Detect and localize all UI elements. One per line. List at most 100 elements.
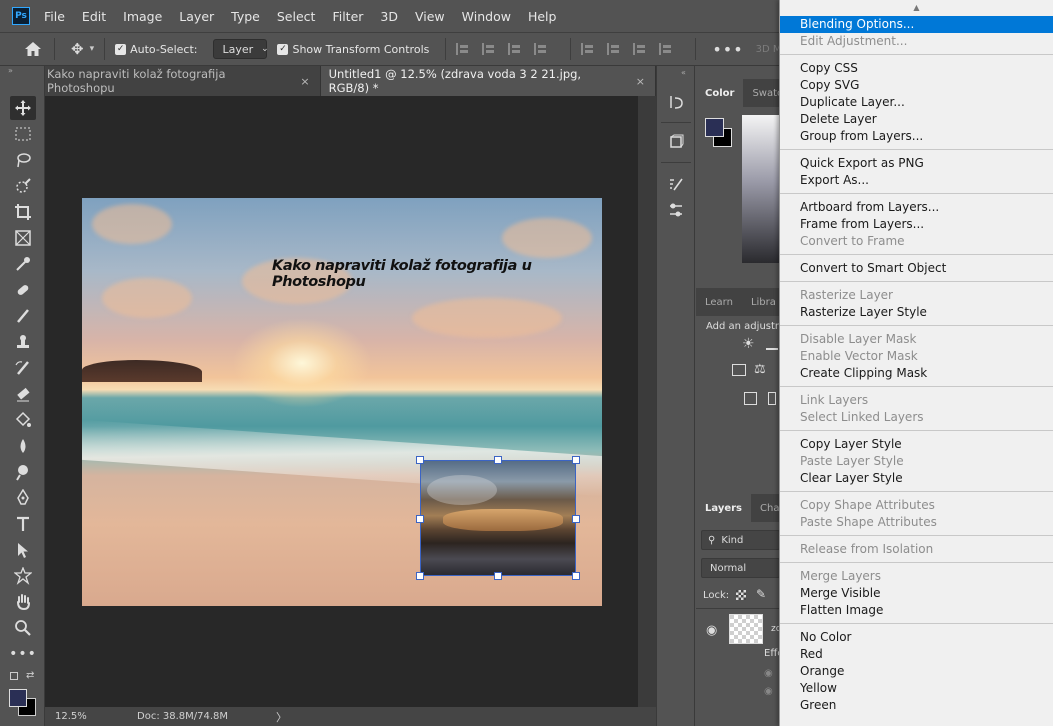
menu-item-convert-to-smart-object[interactable]: Convert to Smart Object	[780, 260, 1053, 277]
zoom-icon[interactable]	[10, 616, 36, 640]
collapse-icon[interactable]: »	[0, 66, 44, 80]
transform-handle[interactable]	[572, 515, 580, 523]
effect-visibility-icon[interactable]: ◉	[764, 686, 773, 697]
swap-colors-icon[interactable]: ⇄	[26, 670, 34, 681]
hand-icon[interactable]	[10, 590, 36, 614]
tab-color[interactable]: Color	[696, 79, 744, 107]
brush-icon[interactable]	[10, 304, 36, 328]
invert-icon[interactable]	[744, 392, 757, 405]
align-bottom-icon[interactable]	[633, 43, 647, 55]
tab-document-1[interactable]: Kako napraviti kolaž fotografija Photosh…	[45, 66, 321, 96]
menu-file[interactable]: File	[44, 9, 65, 24]
collapse-icon[interactable]: «	[681, 68, 686, 77]
transform-handle[interactable]	[416, 572, 424, 580]
type-icon[interactable]	[10, 512, 36, 536]
lasso-icon[interactable]	[10, 148, 36, 172]
menu-window[interactable]: Window	[462, 9, 511, 24]
eraser-icon[interactable]	[10, 382, 36, 406]
distribute-vertical-icon[interactable]	[659, 43, 673, 55]
align-middle-icon[interactable]	[607, 43, 621, 55]
foreground-color-swatch[interactable]	[9, 689, 27, 707]
menu-item-duplicate-layer[interactable]: Duplicate Layer...	[780, 94, 1053, 111]
transform-handle[interactable]	[416, 456, 424, 464]
align-right-icon[interactable]	[508, 43, 522, 55]
tool-presets-icon[interactable]	[666, 200, 686, 220]
auto-select-dropdown[interactable]: Layer ⌄	[213, 39, 269, 59]
channel-mixer-icon[interactable]	[732, 364, 746, 376]
transform-handle[interactable]	[416, 515, 424, 523]
auto-select-checkbox[interactable]: ✓	[115, 43, 127, 55]
menu-item-blending-options[interactable]: Blending Options...	[780, 16, 1053, 33]
menu-item-copy-layer-style[interactable]: Copy Layer Style	[780, 436, 1053, 453]
shape-icon[interactable]	[10, 564, 36, 588]
menu-item-export-as[interactable]: Export As...	[780, 172, 1053, 189]
crop-icon[interactable]	[10, 200, 36, 224]
document-title-text[interactable]: Kako napraviti kolaž fotografija u Photo…	[272, 258, 592, 290]
foreground-color-swatch[interactable]	[705, 118, 724, 137]
align-left-icon[interactable]	[456, 43, 470, 55]
distribute-icon[interactable]	[534, 43, 548, 55]
align-center-icon[interactable]	[482, 43, 496, 55]
pen-icon[interactable]	[10, 486, 36, 510]
vertical-scrollbar[interactable]	[638, 96, 656, 707]
blend-mode-select[interactable]: Normal	[701, 558, 780, 578]
marquee-icon[interactable]	[10, 122, 36, 146]
move-tool-icon[interactable]: ✥	[71, 40, 84, 58]
menu-item-copy-svg[interactable]: Copy SVG	[780, 77, 1053, 94]
home-icon[interactable]	[22, 38, 44, 60]
tab-learn[interactable]: Learn	[696, 288, 742, 316]
close-icon[interactable]: ×	[636, 75, 645, 88]
brightness-icon[interactable]: ☀	[742, 336, 755, 352]
menu-item-no-color[interactable]: No Color	[780, 629, 1053, 646]
color-picker-field[interactable]	[742, 115, 780, 263]
menu-help[interactable]: Help	[528, 9, 557, 24]
menu-image[interactable]: Image	[123, 9, 162, 24]
move-icon[interactable]	[10, 96, 36, 120]
menu-item-delete-layer[interactable]: Delete Layer	[780, 111, 1053, 128]
stamp-icon[interactable]	[10, 330, 36, 354]
menu-item-flatten-image[interactable]: Flatten Image	[780, 602, 1053, 619]
menu-item-rasterize-layer-style[interactable]: Rasterize Layer Style	[780, 304, 1053, 321]
brush-settings-icon[interactable]	[666, 174, 686, 194]
layer-thumbnail[interactable]	[729, 614, 763, 644]
more-options-icon[interactable]: •••	[712, 40, 743, 59]
menu-item-merge-visible[interactable]: Merge Visible	[780, 585, 1053, 602]
transform-handle[interactable]	[494, 456, 502, 464]
menu-type[interactable]: Type	[231, 9, 260, 24]
menu-item-red[interactable]: Red	[780, 646, 1053, 663]
3d-panel-icon[interactable]	[666, 132, 686, 152]
quick-select-icon[interactable]	[10, 174, 36, 198]
align-top-icon[interactable]	[581, 43, 595, 55]
status-menu-arrow-icon[interactable]: 〉	[276, 709, 287, 725]
chevron-down-icon[interactable]: ▾	[90, 44, 95, 54]
menu-edit[interactable]: Edit	[82, 9, 106, 24]
menu-item-frame-from-layers[interactable]: Frame from Layers...	[780, 216, 1053, 233]
posterize-icon[interactable]	[768, 392, 776, 405]
menu-view[interactable]: View	[415, 9, 445, 24]
paint-bucket-icon[interactable]	[10, 408, 36, 432]
lock-paint-icon[interactable]: ✎	[756, 587, 766, 601]
menu-item-copy-css[interactable]: Copy CSS	[780, 60, 1053, 77]
transform-handle[interactable]	[494, 572, 502, 580]
visibility-eye-icon[interactable]: ◉	[706, 623, 717, 638]
transform-handle[interactable]	[572, 456, 580, 464]
menu-select[interactable]: Select	[277, 9, 316, 24]
default-colors-icon[interactable]	[10, 672, 18, 680]
healing-icon[interactable]	[10, 278, 36, 302]
placed-barbecue-image[interactable]	[420, 460, 576, 576]
eyedropper-icon[interactable]	[10, 252, 36, 276]
menu-item-artboard-from-layers[interactable]: Artboard from Layers...	[780, 199, 1053, 216]
menu-layer[interactable]: Layer	[179, 9, 214, 24]
menu-item-orange[interactable]: Orange	[780, 663, 1053, 680]
layer-filter-kind[interactable]: ⚲ Kind	[701, 530, 780, 550]
more-tools-icon[interactable]: •••	[9, 642, 36, 666]
balance-icon[interactable]: ⚖	[754, 362, 766, 377]
menu-filter[interactable]: Filter	[332, 9, 363, 24]
menu-3d[interactable]: 3D	[380, 9, 398, 24]
blur-icon[interactable]	[10, 434, 36, 458]
frame-icon[interactable]	[10, 226, 36, 250]
menu-item-green[interactable]: Green	[780, 697, 1053, 714]
menu-item-group-from-layers[interactable]: Group from Layers...	[780, 128, 1053, 145]
history-panel-icon[interactable]	[666, 92, 686, 112]
scroll-up-arrow-icon[interactable]: ▲	[780, 0, 1053, 16]
